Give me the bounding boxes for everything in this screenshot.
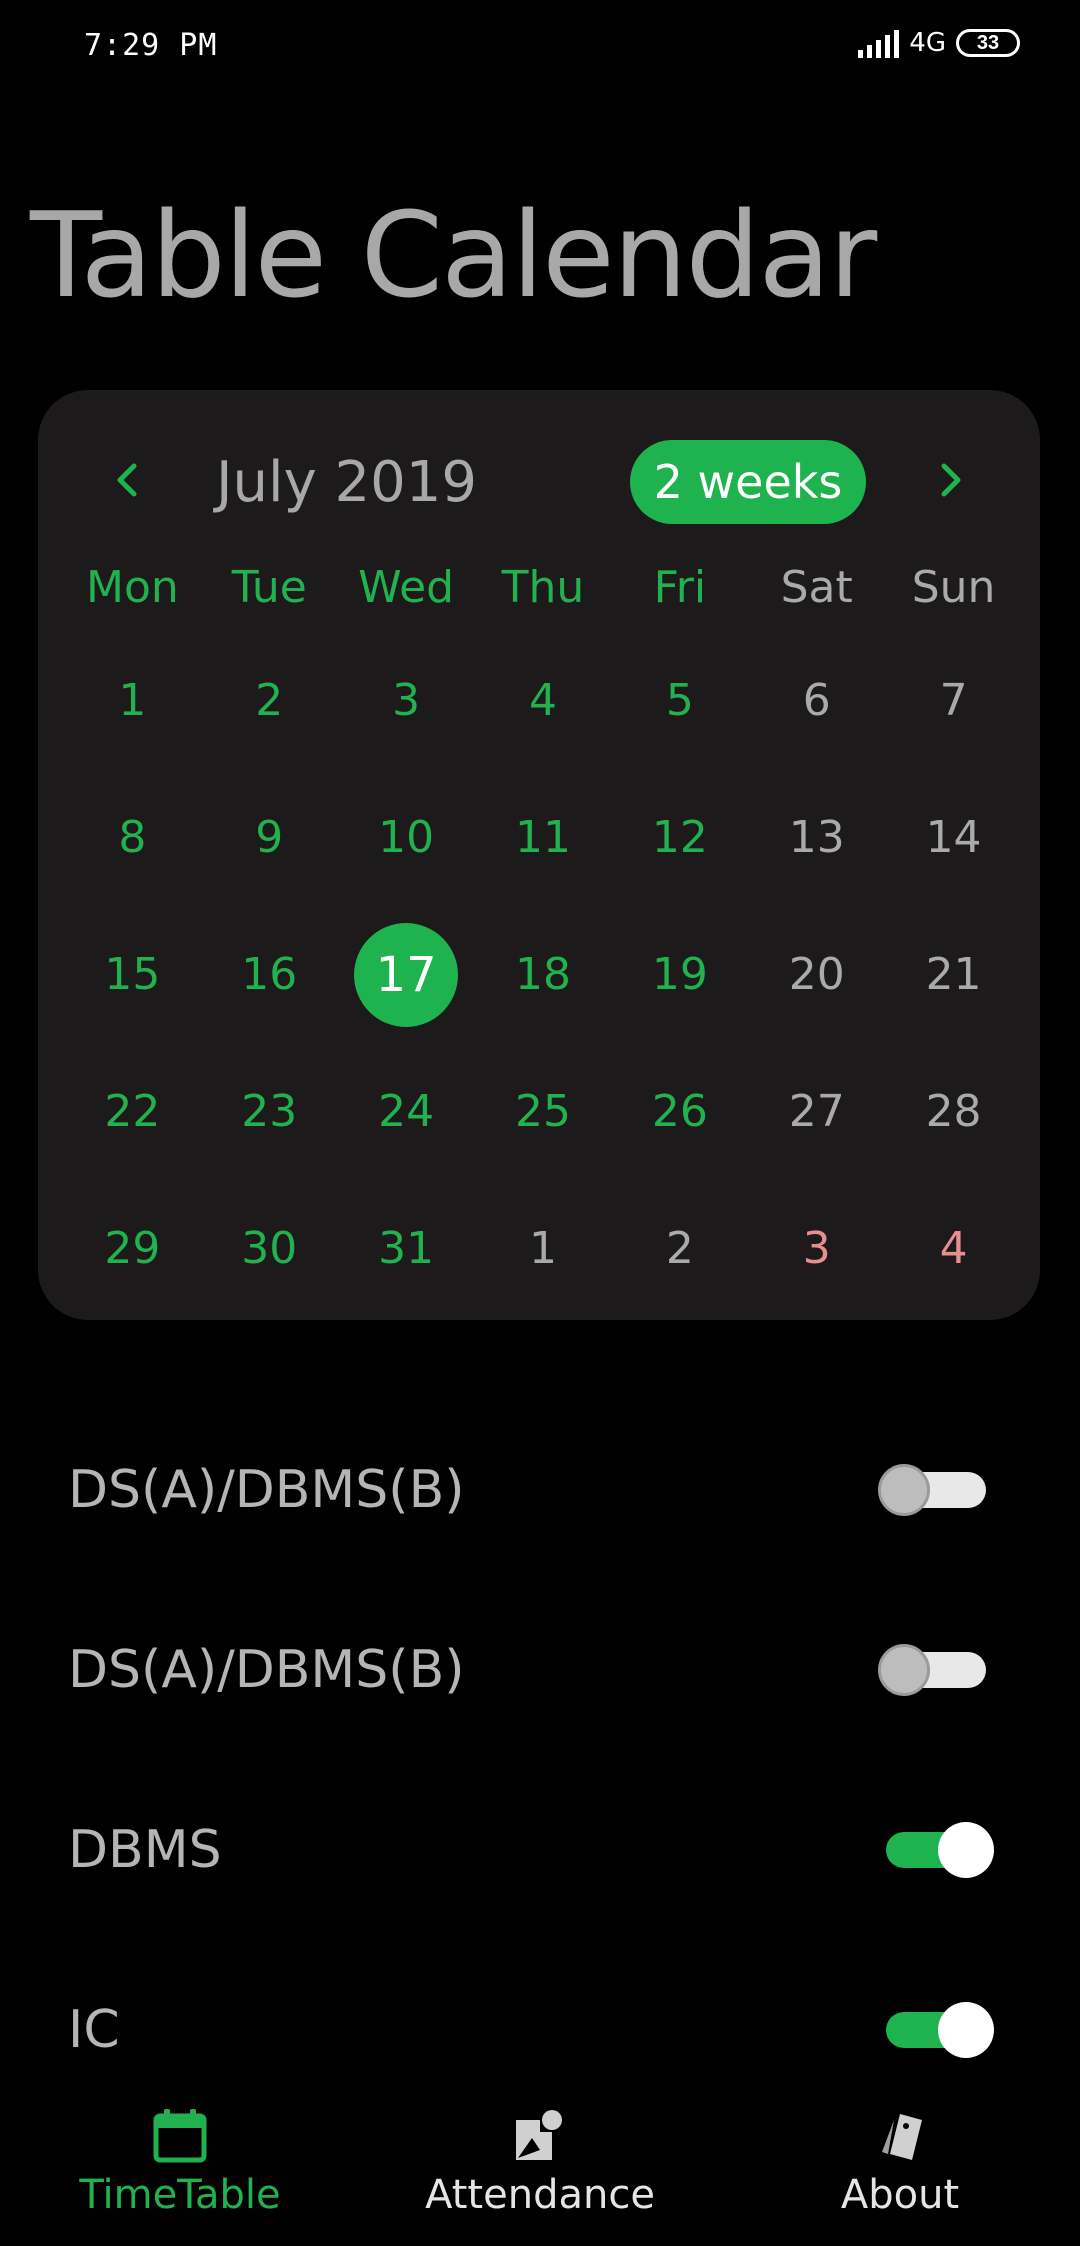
calendar-day[interactable]: 15 [64, 906, 201, 1043]
weekday-label: Fri [653, 562, 707, 613]
weekday-label: Wed [358, 562, 455, 613]
chevron-left-icon[interactable] [108, 460, 148, 500]
calendar-day[interactable]: 16 [201, 906, 338, 1043]
status-time: 7:29 PM [84, 28, 218, 63]
calendar-day[interactable]: 9 [201, 769, 338, 906]
event-row: IC [0, 1970, 1080, 2090]
calendar-day[interactable]: 4 [475, 632, 612, 769]
calendar-day[interactable]: 26 [611, 1043, 748, 1180]
selected-day-marker: 17 [354, 922, 459, 1027]
calendar-icon [153, 2109, 207, 2163]
calendar-day[interactable]: 30 [201, 1180, 338, 1317]
event-label: DBMS [68, 1820, 222, 1880]
battery-icon: 33 [956, 29, 1020, 57]
calendar-day[interactable]: 21 [885, 906, 1022, 1043]
calendar-day[interactable]: 25 [475, 1043, 612, 1180]
days-grid: 1 2 3 4 5 6 7 8 9 10 11 12 13 14 15 16 1… [64, 632, 1022, 1317]
calendar-day[interactable]: 11 [475, 769, 612, 906]
calendar-day[interactable]: 5 [611, 632, 748, 769]
calendar-day[interactable]: 31 [338, 1180, 475, 1317]
nav-label: Attendance [425, 2172, 655, 2218]
calendar-day[interactable]: 8 [64, 769, 201, 906]
weekday-label: Tue [231, 562, 307, 613]
event-label: IC [68, 2000, 120, 2060]
calendar-day-selected[interactable]: 17 [338, 906, 475, 1043]
calendar-day[interactable]: 24 [338, 1043, 475, 1180]
format-button[interactable]: 2 weeks [630, 440, 866, 524]
nav-item-about[interactable]: About [720, 2080, 1080, 2246]
calendar-day[interactable]: 10 [338, 769, 475, 906]
calendar-day-outside[interactable]: 3 [748, 1180, 885, 1317]
battery-level: 33 [976, 31, 1000, 54]
event-toggle[interactable] [886, 1822, 994, 1878]
weekday-row: Mon Tue Wed Thu Fri Sat Sun [64, 562, 1022, 613]
toggle-thumb [938, 2002, 994, 2058]
event-toggle[interactable] [878, 1644, 986, 1696]
chevron-right-icon[interactable] [930, 460, 970, 500]
event-toggle[interactable] [878, 1464, 986, 1516]
page-title: Table Calendar [30, 186, 877, 324]
event-row: DS(A)/DBMS(B) [0, 1610, 1080, 1730]
nav-label: About [840, 2172, 960, 2218]
calendar-day[interactable]: 6 [748, 632, 885, 769]
event-row: DS(A)/DBMS(B) [0, 1430, 1080, 1550]
calendar-day[interactable]: 28 [885, 1043, 1022, 1180]
calendar-day[interactable]: 7 [885, 632, 1022, 769]
calendar-day[interactable]: 23 [201, 1043, 338, 1180]
nav-label: TimeTable [79, 2172, 281, 2218]
event-row: DBMS [0, 1790, 1080, 1910]
calendar-day[interactable]: 27 [748, 1043, 885, 1180]
month-label: July 2019 [216, 450, 478, 515]
nav-item-attendance[interactable]: Attendance [360, 2080, 720, 2246]
weekday-label: Sat [780, 562, 853, 613]
event-toggle[interactable] [886, 2002, 994, 2058]
calendar-day[interactable]: 13 [748, 769, 885, 906]
attendance-icon [516, 2110, 562, 2160]
about-icon [882, 2114, 922, 2160]
calendar-header: July 2019 2 weeks [38, 430, 1040, 530]
calendar-day[interactable]: 19 [611, 906, 748, 1043]
weekday-label: Mon [86, 562, 179, 613]
toggle-thumb [878, 1464, 930, 1516]
calendar-day[interactable]: 14 [885, 769, 1022, 906]
nav-item-timetable[interactable]: TimeTable [0, 2080, 360, 2246]
bottom-nav: TimeTable Attendance About [0, 2080, 1080, 2246]
status-bar: 7:29 PM 4G 33 [0, 0, 1080, 96]
toggle-thumb [938, 1822, 994, 1878]
calendar-day[interactable]: 18 [475, 906, 612, 1043]
signal-icon [858, 28, 900, 58]
toggle-thumb [878, 1644, 930, 1696]
calendar-day[interactable]: 22 [64, 1043, 201, 1180]
status-indicators: 4G 33 [858, 28, 1020, 58]
calendar-day[interactable]: 2 [201, 632, 338, 769]
event-label: DS(A)/DBMS(B) [68, 1640, 465, 1700]
weekday-label: Thu [501, 562, 585, 613]
calendar-day[interactable]: 12 [611, 769, 748, 906]
network-type: 4G [909, 28, 946, 58]
event-label: DS(A)/DBMS(B) [68, 1460, 465, 1520]
calendar-day-outside[interactable]: 1 [475, 1180, 612, 1317]
calendar-day-outside[interactable]: 2 [611, 1180, 748, 1317]
calendar-card: July 2019 2 weeks Mon Tue Wed Thu Fri Sa… [38, 390, 1040, 1320]
calendar-day[interactable]: 20 [748, 906, 885, 1043]
calendar-day-outside[interactable]: 4 [885, 1180, 1022, 1317]
weekday-label: Sun [911, 562, 996, 613]
calendar-day[interactable]: 3 [338, 632, 475, 769]
calendar-day[interactable]: 1 [64, 632, 201, 769]
calendar-day[interactable]: 29 [64, 1180, 201, 1317]
